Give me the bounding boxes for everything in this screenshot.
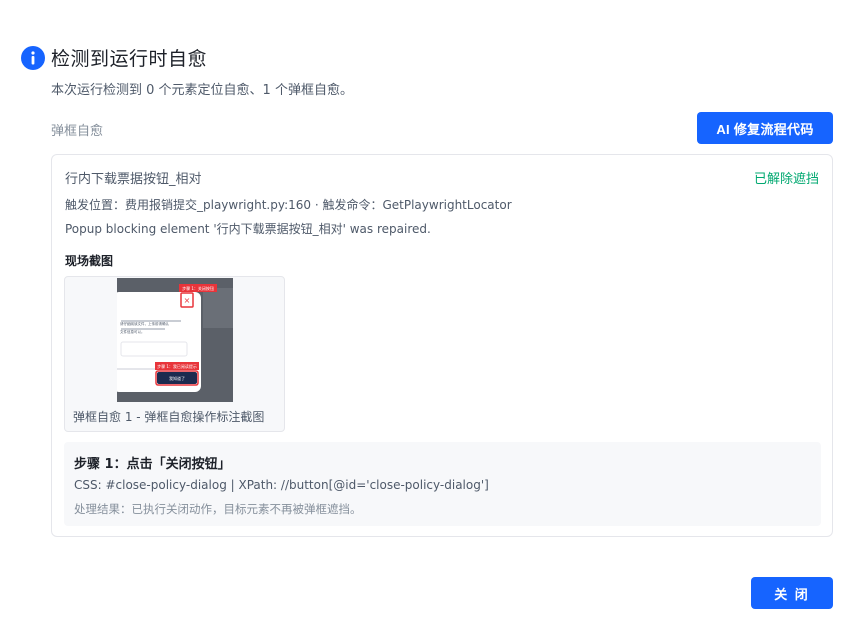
ai-fix-code-button[interactable]: AI 修复流程代码 bbox=[697, 112, 833, 144]
dialog-header: 检测到运行时自愈 bbox=[21, 44, 207, 71]
card-title: 行内下载票据按钮_相对 bbox=[65, 172, 202, 187]
screenshot-image[interactable]: 步骤 1：我已阅读提示 我知道了 步骤 1：关闭按钮 × 请仔细阅读文件，上传前… bbox=[117, 278, 233, 402]
trigger-location: 触发位置：费用报销提交_playwright.py:160 · 触发命令：Get… bbox=[65, 198, 512, 212]
screenshot-preview: 步骤 1：我已阅读提示 我知道了 步骤 1：关闭按钮 × 请仔细阅读文件，上传前… bbox=[117, 278, 233, 402]
annotation-tag-top: 步骤 1：关闭按钮 bbox=[182, 285, 214, 291]
dialog-subtitle: 本次运行检测到 0 个元素定位自愈、1 个弹框自愈。 bbox=[51, 83, 353, 98]
step-detail: 步骤 1：点击「关闭按钮」 CSS: #close-policy-dialog … bbox=[64, 442, 821, 526]
dialog-preview-line-2: 文件信息可以。 bbox=[120, 329, 145, 334]
screenshot-thumbnail[interactable]: 步骤 1：我已阅读提示 我知道了 步骤 1：关闭按钮 × 请仔细阅读文件，上传前… bbox=[64, 276, 285, 432]
section-label: 弹框自愈 bbox=[51, 124, 104, 139]
healing-result-card: 行内下载票据按钮_相对 已解除遮挡 触发位置：费用报销提交_playwright… bbox=[51, 154, 833, 537]
dialog-preview-line-1: 请仔细阅读文件，上传前请确认 bbox=[120, 321, 169, 326]
close-x-preview: × bbox=[184, 296, 191, 305]
repair-message: Popup blocking element '行内下载票据按钮_相对' was… bbox=[65, 222, 431, 236]
annotation-tag-bottom: 步骤 1：我已阅读提示 bbox=[157, 363, 197, 369]
screenshot-caption: 弹框自愈 1 - 弹框自愈操作标注截图 bbox=[73, 410, 265, 424]
screenshot-label: 现场截图 bbox=[65, 254, 114, 268]
step-locator: CSS: #close-policy-dialog | XPath: //but… bbox=[74, 478, 489, 492]
dialog-title: 检测到运行时自愈 bbox=[51, 48, 208, 70]
info-icon bbox=[21, 45, 45, 70]
close-button[interactable]: 关 闭 bbox=[751, 577, 833, 609]
status-badge: 已解除遮挡 bbox=[753, 172, 819, 187]
step-result: 处理结果：已执行关闭动作，目标元素不再被弹框遮挡。 bbox=[74, 502, 362, 516]
confirm-button-preview: 我知道了 bbox=[169, 375, 185, 381]
step-title: 步骤 1：点击「关闭按钮」 bbox=[74, 457, 231, 472]
